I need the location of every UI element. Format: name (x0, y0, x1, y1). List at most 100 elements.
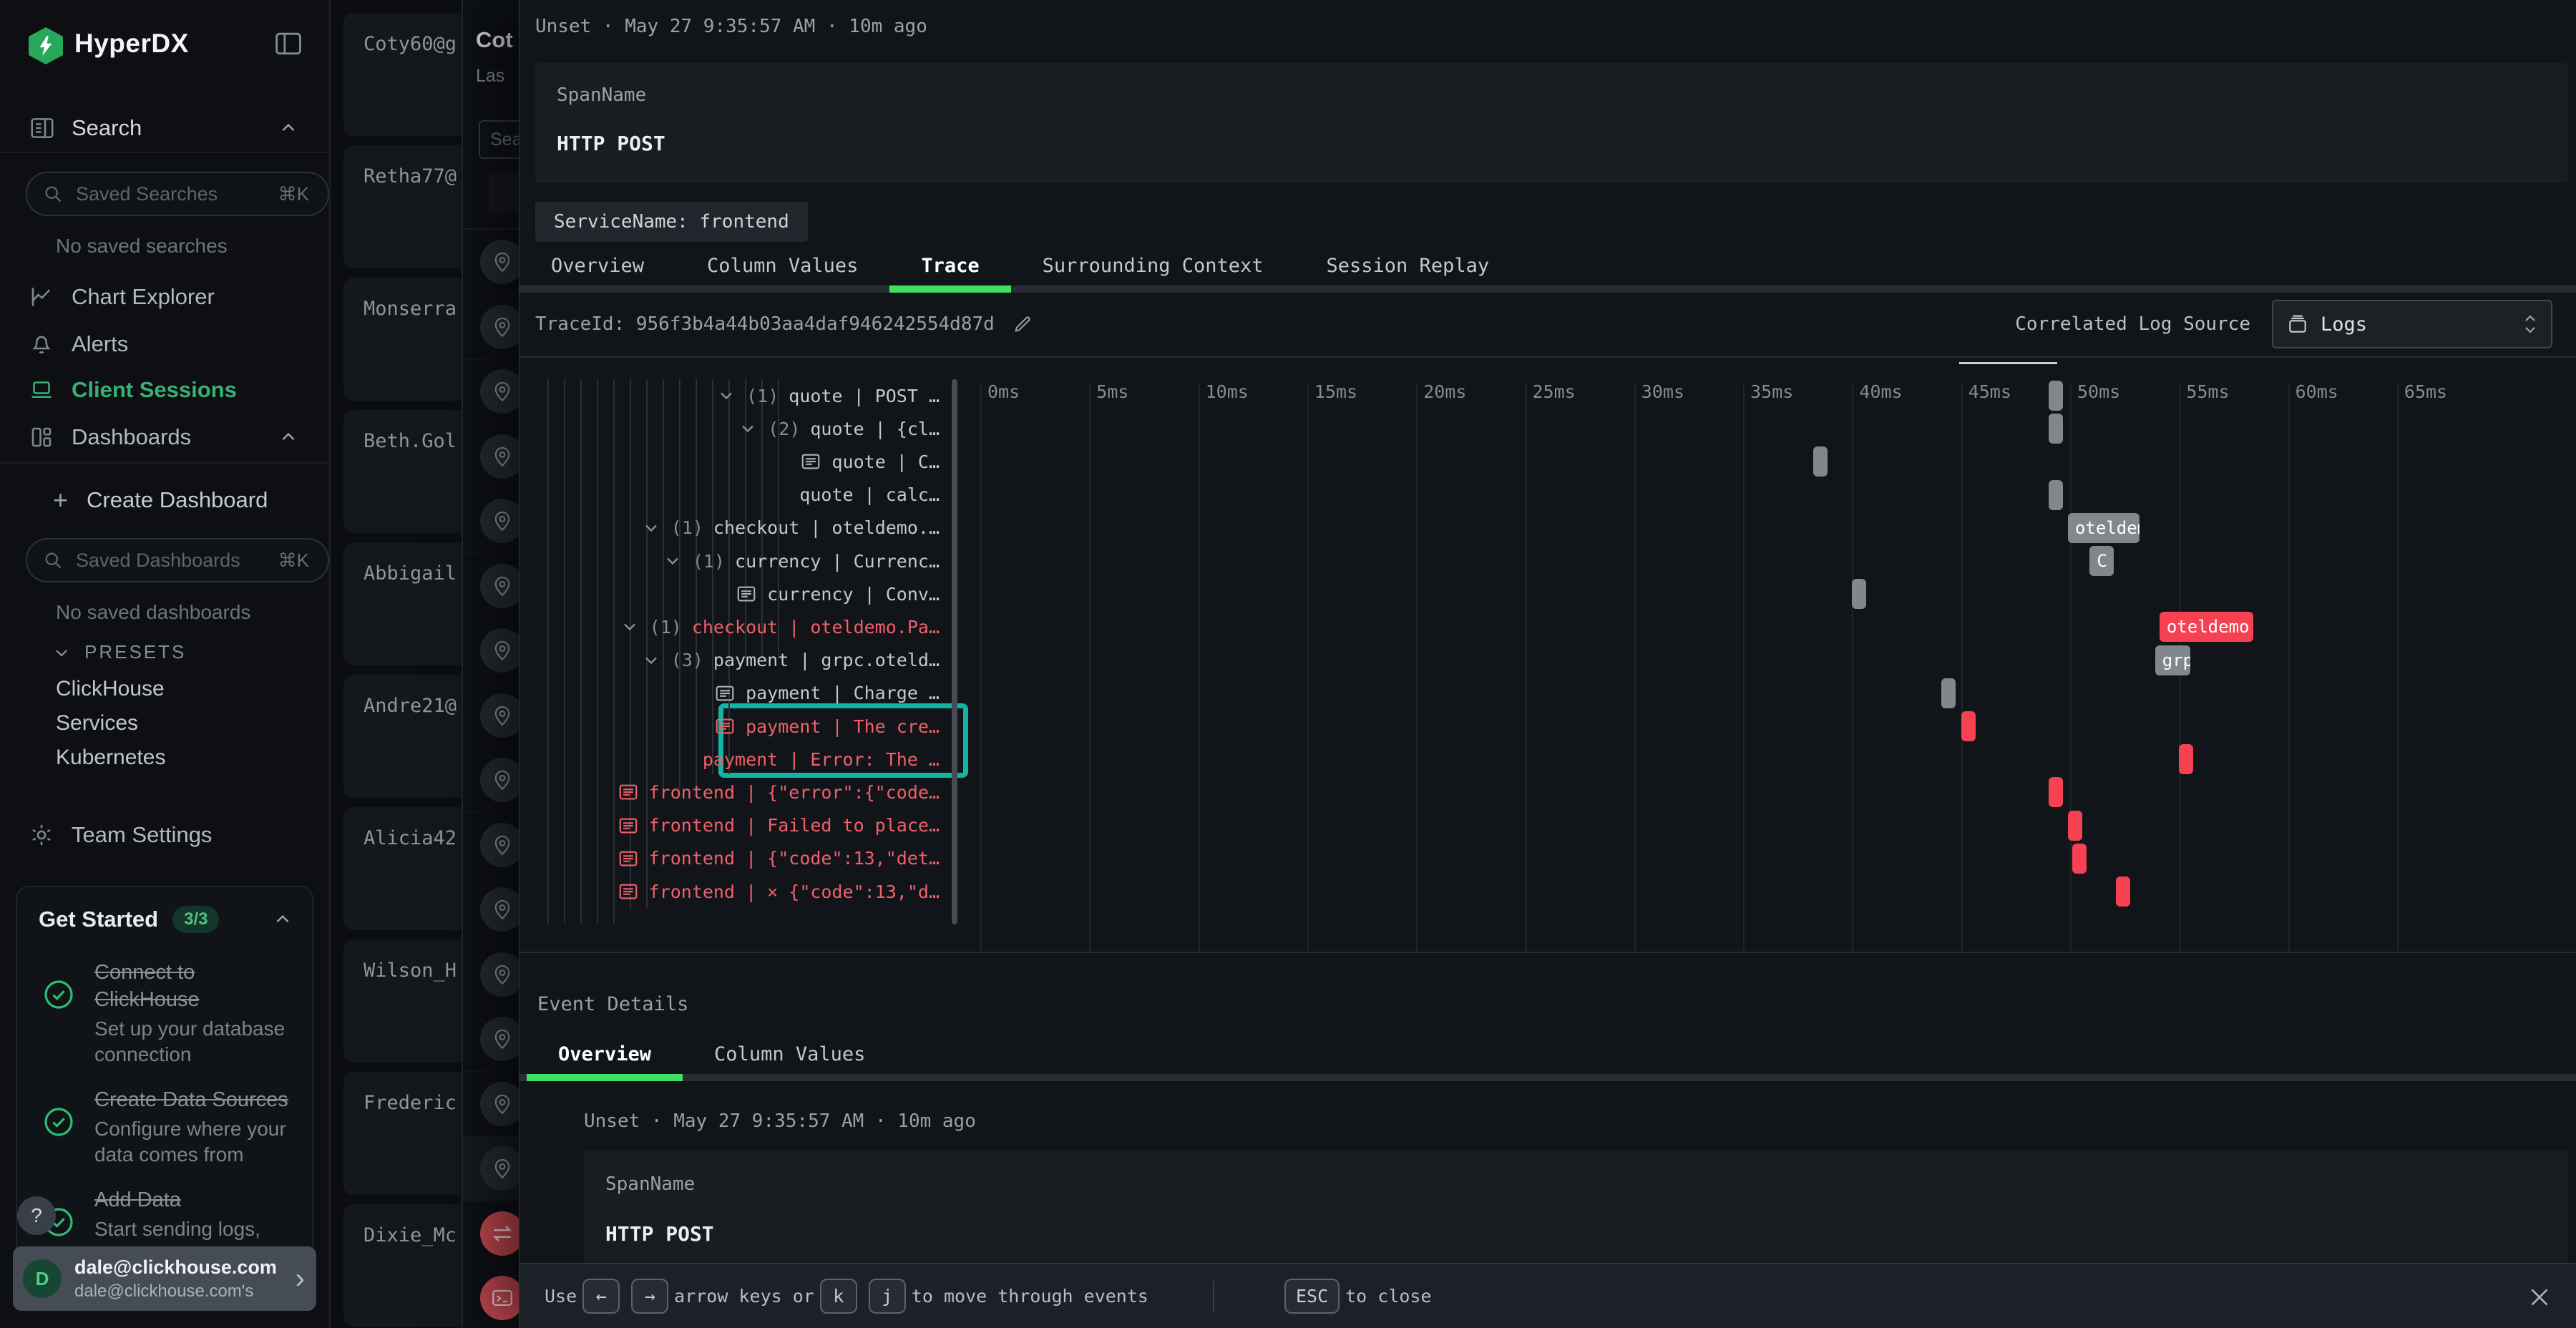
sidebar-item-alerts[interactable]: Alerts (0, 323, 329, 365)
span-bar[interactable] (1813, 446, 1828, 477)
tab-trace[interactable]: Trace (889, 248, 1010, 293)
esc-key[interactable]: ESC (1284, 1279, 1340, 1314)
session-event-row[interactable] (463, 813, 527, 878)
log-source-select[interactable]: Logs (2272, 300, 2552, 348)
sidebar-item-clickhouse[interactable]: ClickHouse (56, 677, 165, 701)
sidebar-item-client-sessions[interactable]: Client Sessions (0, 369, 329, 411)
session-event-row[interactable] (463, 1007, 527, 1072)
user-menu[interactable]: D dale@clickhouse.com dale@clickhouse.co… (13, 1246, 316, 1311)
trace-tree-row[interactable]: frontend | {"code":13,"det… (539, 842, 968, 875)
session-card[interactable]: Frederic (343, 1072, 462, 1195)
span-bar[interactable] (2049, 777, 2063, 807)
sidebar-item-services[interactable]: Services (56, 711, 138, 736)
trace-tree-row[interactable]: frontend | {"error":{"code… (539, 776, 968, 809)
session-event-row[interactable] (463, 424, 527, 489)
chevron-up-icon[interactable] (272, 909, 293, 930)
edit-pencil-icon[interactable] (1012, 313, 1033, 335)
span-bar[interactable] (2116, 877, 2130, 907)
span-bar[interactable] (2179, 744, 2193, 774)
span-bar[interactable]: oteldemo. (2160, 612, 2253, 642)
span-bar[interactable]: oteldemo (2068, 513, 2140, 543)
trace-tree-row[interactable]: quote | C… (539, 445, 968, 478)
session-card[interactable]: Andre21@ (343, 675, 462, 798)
presets-toggle[interactable]: PRESETS (52, 641, 186, 663)
session-card[interactable]: Wilson_H (343, 939, 462, 1063)
trace-tree-row[interactable]: currency | Conv… (539, 577, 968, 610)
session-event-row[interactable] (463, 618, 527, 683)
tab-column-values[interactable]: Column Values (675, 248, 889, 293)
tab-ed-column-values[interactable]: Column Values (683, 1036, 897, 1081)
trace-tree-row[interactable]: (2)quote | {cl… (539, 412, 968, 445)
session-card[interactable]: Monserra (343, 278, 462, 401)
session-event-row[interactable] (463, 295, 527, 360)
create-dashboard-button[interactable]: + Create Dashboard (0, 481, 329, 519)
trace-tree-row[interactable]: payment | Error: The … (539, 743, 968, 776)
session-event-row[interactable] (463, 683, 527, 748)
span-bar[interactable] (1852, 579, 1866, 609)
sidebar-item-dashboards[interactable]: Dashboards (0, 416, 329, 458)
close-icon[interactable] (2522, 1280, 2557, 1314)
span-bar[interactable] (2072, 844, 2087, 874)
trace-tree-row[interactable]: (1)currency | Currenc… (539, 545, 968, 577)
chevron-down-icon[interactable] (620, 617, 640, 637)
session-event-row[interactable] (463, 1136, 527, 1201)
tab-ed-overview[interactable]: Overview (527, 1036, 683, 1081)
chevron-down-icon[interactable] (641, 650, 661, 670)
tab-overview[interactable]: Overview (519, 248, 675, 293)
trace-tree-row[interactable]: quote | calc… (539, 479, 968, 512)
span-bar[interactable] (1941, 678, 1956, 708)
session-event-row[interactable] (463, 230, 527, 295)
service-name-chip[interactable]: ServiceName: frontend (535, 202, 808, 242)
span-bar[interactable] (2049, 414, 2063, 444)
chevron-down-icon[interactable] (716, 386, 736, 406)
help-button[interactable]: ? (17, 1196, 56, 1235)
chevron-down-icon[interactable] (663, 551, 683, 571)
session-event-row[interactable] (463, 748, 527, 813)
session-event-row[interactable] (463, 554, 527, 619)
session-event-row[interactable] (463, 942, 527, 1007)
saved-dashboards-input[interactable]: Saved Dashboards ⌘K (26, 538, 329, 582)
sidebar-item-team-settings[interactable]: Team Settings (0, 814, 329, 856)
trace-tree-row[interactable]: (3)payment | grpc.oteld… (539, 644, 968, 677)
session-event-row[interactable] (463, 1201, 527, 1266)
get-started-step[interactable]: Create Data Sources Configure where your… (17, 1086, 312, 1168)
tab-surrounding-context[interactable]: Surrounding Context (1011, 248, 1295, 293)
session-card[interactable]: Dixie_Mc (343, 1204, 462, 1327)
chevron-down-icon[interactable] (738, 419, 758, 439)
arrow-right-key[interactable]: → (631, 1279, 668, 1314)
get-started-step[interactable]: Connect to ClickHouse Set up your databa… (17, 959, 312, 1068)
session-card[interactable]: Abbigail (343, 542, 462, 665)
sidebar-section-search[interactable]: Search (0, 106, 329, 150)
session-card[interactable]: Retha77@ (343, 145, 462, 268)
session-event-row[interactable] (463, 489, 527, 554)
k-key[interactable]: k (820, 1279, 857, 1314)
span-bar[interactable]: grp (2155, 645, 2190, 675)
span-bar[interactable] (2049, 480, 2063, 510)
session-event-row[interactable] (463, 359, 527, 424)
tab-session-replay[interactable]: Session Replay (1295, 248, 1521, 293)
span-bar[interactable]: C (2089, 546, 2114, 576)
sidebar-item-kubernetes[interactable]: Kubernetes (56, 746, 165, 770)
trace-tree-row[interactable]: frontend | × {"code":13,"d… (539, 875, 968, 908)
sidebar-collapse-icon[interactable] (273, 30, 303, 57)
session-card[interactable]: Coty60@g (343, 13, 462, 136)
trace-tree-row[interactable]: payment | The cre… (539, 710, 968, 743)
sidebar-item-chart-explorer[interactable]: Chart Explorer (0, 276, 329, 318)
session-event-row[interactable] (463, 1266, 527, 1328)
arrow-left-key[interactable]: ← (582, 1279, 620, 1314)
j-key[interactable]: j (869, 1279, 906, 1314)
trace-tree-row[interactable]: frontend | Failed to place… (539, 809, 968, 842)
span-bar[interactable] (2049, 381, 2063, 411)
session-card[interactable]: Alicia42 (343, 807, 462, 930)
saved-searches-input[interactable]: Saved Searches ⌘K (26, 172, 329, 216)
span-bar[interactable] (1961, 711, 1976, 741)
trace-tree-row[interactable]: (1)quote | POST … (539, 379, 968, 412)
trace-tree-row[interactable]: (1)checkout | oteldemo.Pa… (539, 610, 968, 643)
trace-tree-row[interactable]: payment | Charge … (539, 677, 968, 710)
chevron-down-icon[interactable] (641, 518, 661, 538)
session-card[interactable]: Beth.Gol (343, 410, 462, 533)
trace-tree-row[interactable]: (1)checkout | oteldemo.… (539, 512, 968, 545)
session-event-row[interactable] (463, 1072, 527, 1137)
span-bar[interactable] (2068, 811, 2082, 841)
hyperdx-logo-icon[interactable] (29, 27, 63, 64)
